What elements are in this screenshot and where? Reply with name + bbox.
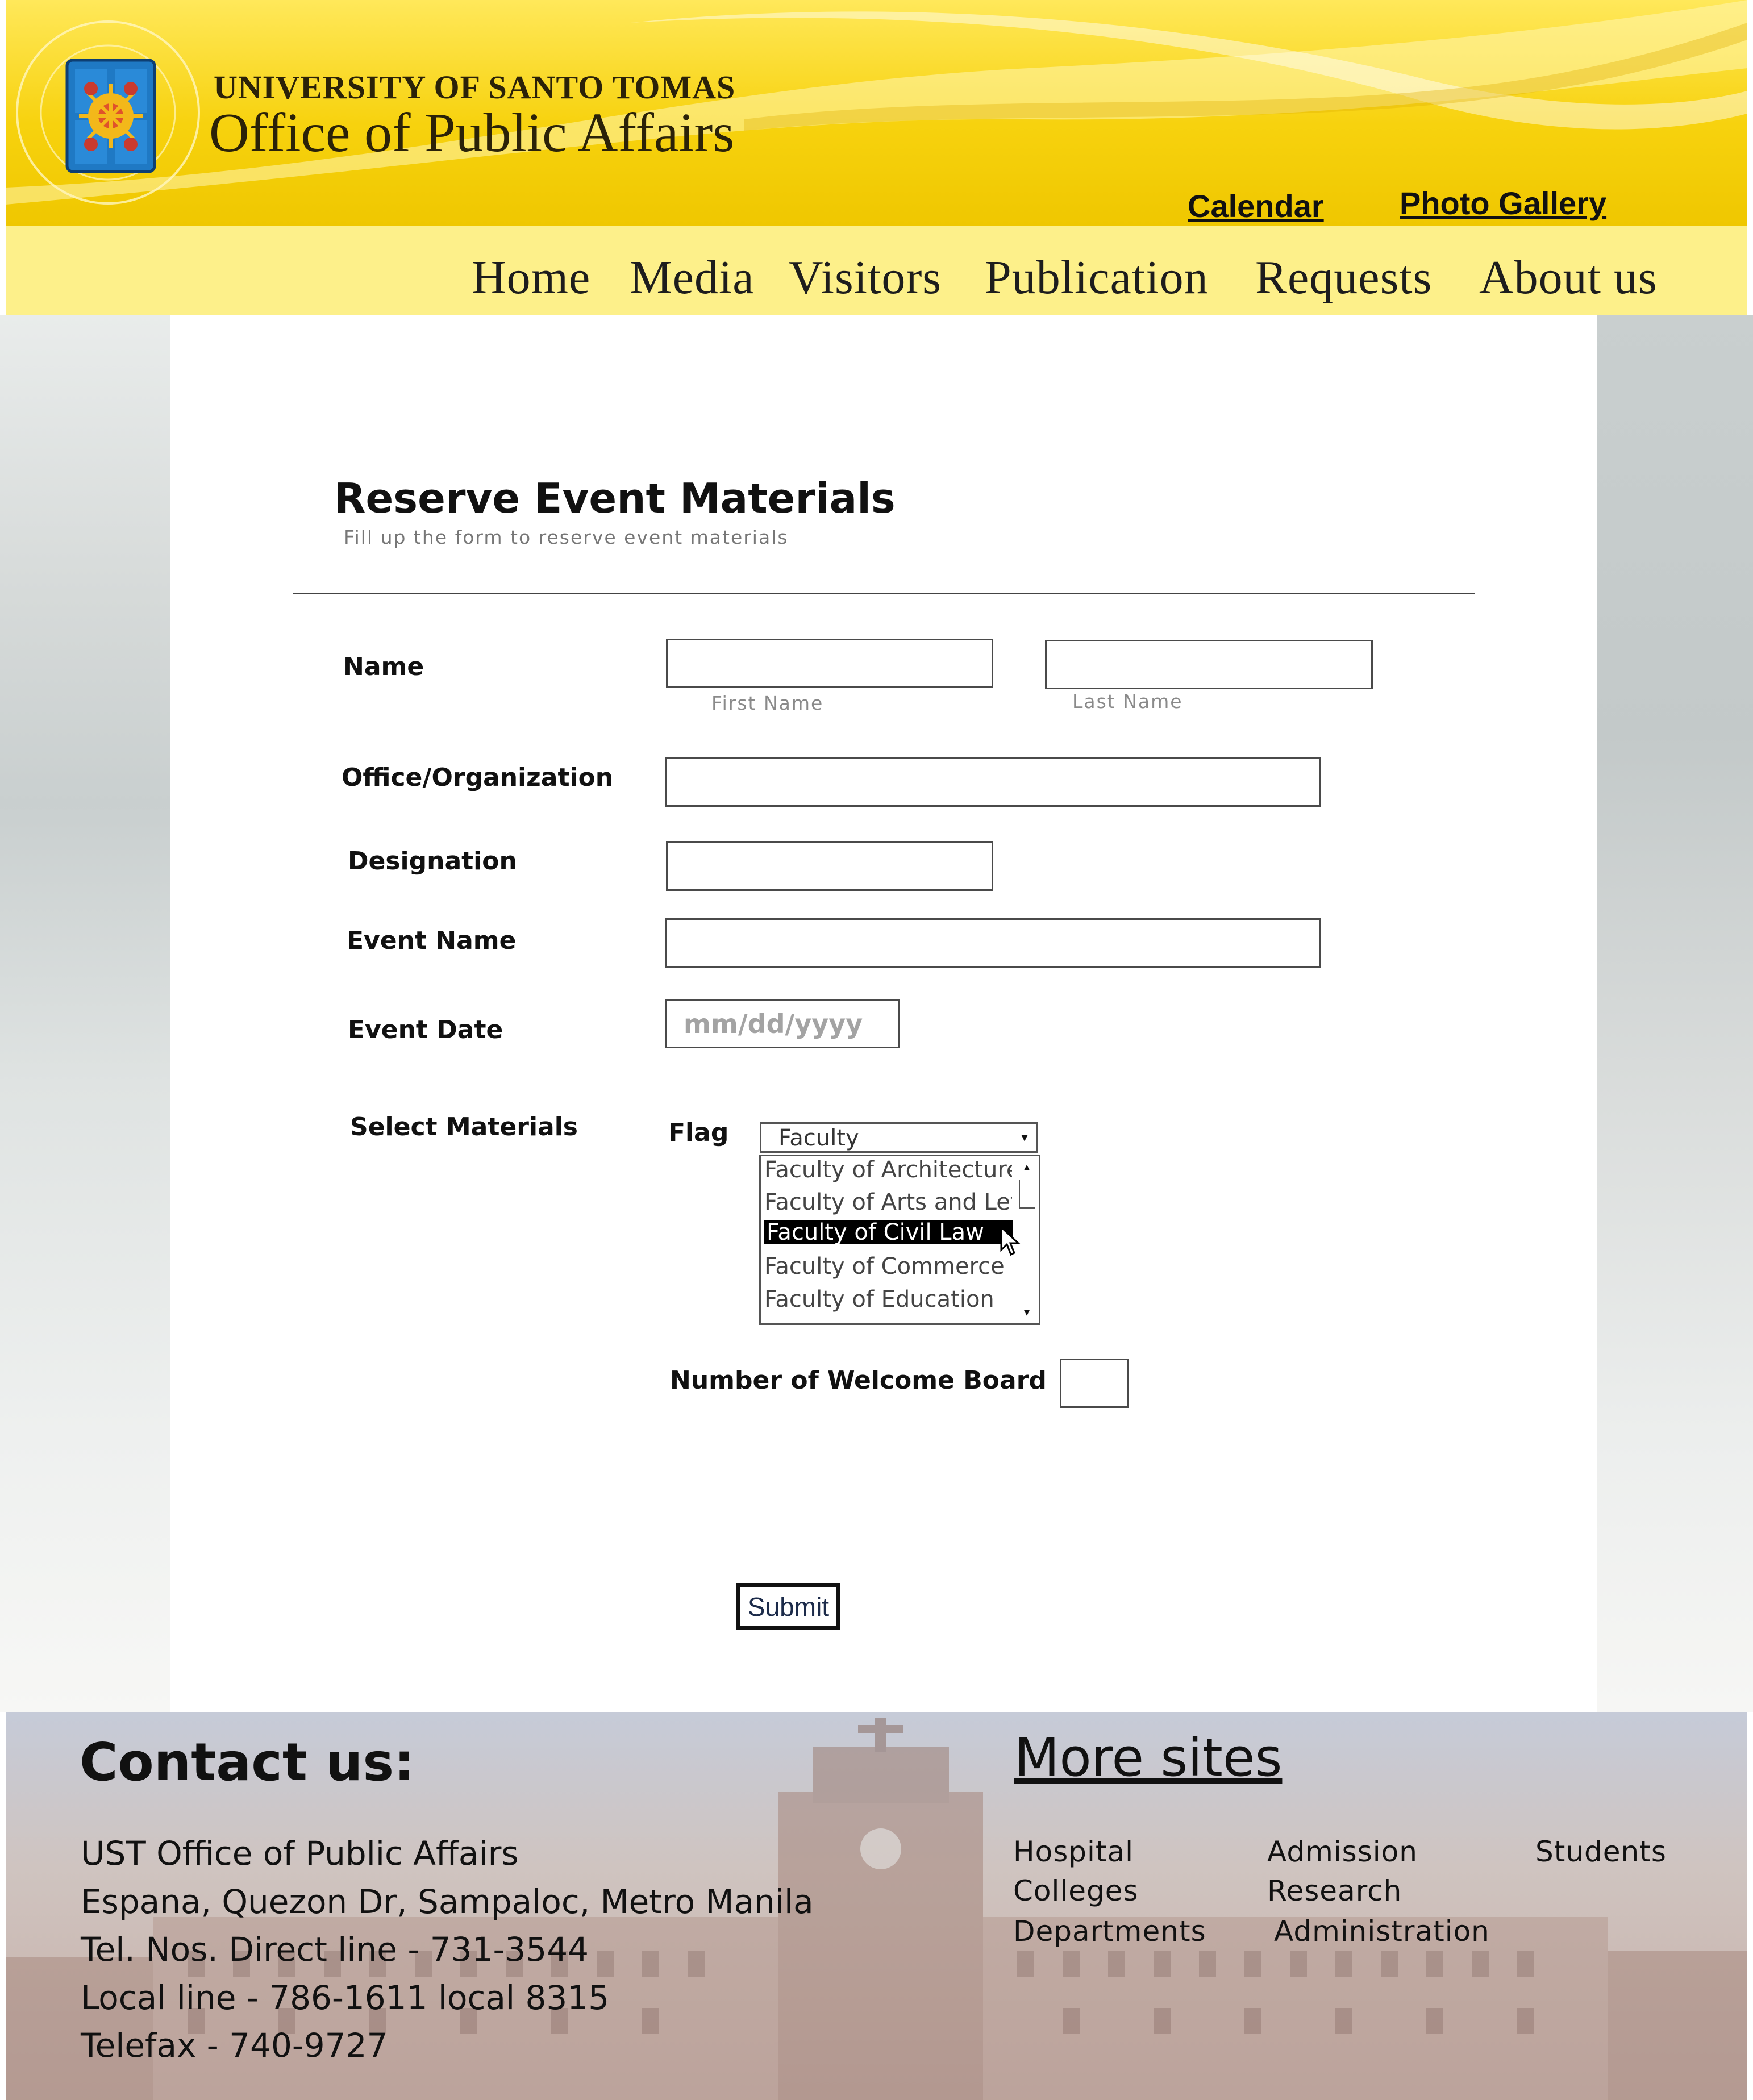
event-date-input[interactable] <box>665 999 900 1048</box>
nav-visitors[interactable]: Visitors <box>789 250 942 305</box>
submit-button[interactable]: Submit <box>736 1583 840 1630</box>
first-name-hint: First Name <box>711 692 824 714</box>
flag-select[interactable]: Faculty ▾ <box>760 1122 1038 1153</box>
designation-label: Designation <box>348 847 517 876</box>
contact-line: UST Office of Public Affairs <box>81 1834 519 1873</box>
photo-gallery-link[interactable]: Photo Gallery <box>1400 185 1606 222</box>
flag-option[interactable]: Faculty of Architecture <box>762 1156 1012 1184</box>
more-link-departments[interactable]: Departments <box>1013 1915 1206 1948</box>
more-link-hospital[interactable]: Hospital <box>1013 1835 1134 1868</box>
brand-office-name: Office of Public Affairs <box>209 102 735 164</box>
scroll-down-arrow-icon[interactable]: ▾ <box>1017 1304 1037 1321</box>
mouse-pointer-icon <box>1000 1226 1021 1256</box>
form-title: Reserve Event Materials <box>334 474 896 522</box>
designation-input[interactable] <box>666 841 993 891</box>
name-label: Name <box>343 652 424 681</box>
contact-us-heading: Contact us: <box>80 1732 415 1793</box>
contact-line: Espana, Quezon Dr, Sampaloc, Metro Manil… <box>81 1882 814 1921</box>
more-link-administration[interactable]: Administration <box>1274 1915 1490 1948</box>
scrollbar-thumb[interactable] <box>1019 1180 1035 1209</box>
more-sites-heading: More sites <box>1014 1727 1283 1788</box>
brand-university-name: UNIVERSITY OF SANTO TOMAS <box>214 69 736 106</box>
more-link-research[interactable]: Research <box>1267 1874 1402 1907</box>
flag-label: Flag <box>668 1118 729 1147</box>
scroll-up-arrow-icon[interactable]: ▴ <box>1017 1159 1037 1176</box>
nav-about-us[interactable]: About us <box>1479 250 1658 305</box>
form-subtitle: Fill up the form to reserve event materi… <box>344 526 789 548</box>
calendar-link[interactable]: Calendar <box>1188 188 1324 224</box>
nav-home[interactable]: Home <box>472 250 590 305</box>
welcome-board-label: Number of Welcome Board <box>670 1366 1047 1395</box>
left-background-panel <box>0 315 170 1713</box>
first-name-input[interactable] <box>666 639 993 688</box>
flag-options-list[interactable]: Faculty of Architecture Faculty of Arts … <box>759 1155 1040 1325</box>
university-seal-icon <box>16 20 200 205</box>
nav-publication[interactable]: Publication <box>985 250 1209 305</box>
nav-requests[interactable]: Requests <box>1255 250 1432 305</box>
select-materials-label: Select Materials <box>350 1112 578 1141</box>
flag-option[interactable]: Faculty of Commerce <box>762 1253 1012 1280</box>
right-background-panel <box>1597 315 1753 1713</box>
contact-line: Local line - 786-1611 local 8315 <box>81 1978 610 2017</box>
more-link-admission[interactable]: Admission <box>1267 1835 1418 1868</box>
welcome-board-count-input[interactable] <box>1060 1359 1129 1408</box>
event-name-input[interactable] <box>665 918 1321 968</box>
flag-option-highlighted[interactable]: Faculty of Civil Law <box>764 1220 1013 1244</box>
event-name-label: Event Name <box>347 926 517 955</box>
chevron-down-icon[interactable]: ▾ <box>1015 1127 1034 1148</box>
form-divider <box>293 593 1475 594</box>
flag-select-value: Faculty <box>778 1125 859 1151</box>
event-date-label: Event Date <box>348 1015 503 1044</box>
office-organization-label: Office/Organization <box>342 763 614 792</box>
office-organization-input[interactable] <box>665 757 1321 807</box>
last-name-input[interactable] <box>1045 640 1373 689</box>
nav-media[interactable]: Media <box>630 250 755 305</box>
contact-line: Tel. Nos. Direct line - 731-3544 <box>81 1930 589 1969</box>
flag-option[interactable]: Faculty of Education <box>762 1286 1012 1313</box>
flag-option[interactable]: Faculty of Arts and Letters <box>762 1189 1012 1216</box>
more-link-colleges[interactable]: Colleges <box>1013 1874 1139 1907</box>
contact-line: Telefax - 740-9727 <box>81 2026 388 2065</box>
more-link-students[interactable]: Students <box>1535 1835 1667 1868</box>
last-name-hint: Last Name <box>1072 690 1183 713</box>
